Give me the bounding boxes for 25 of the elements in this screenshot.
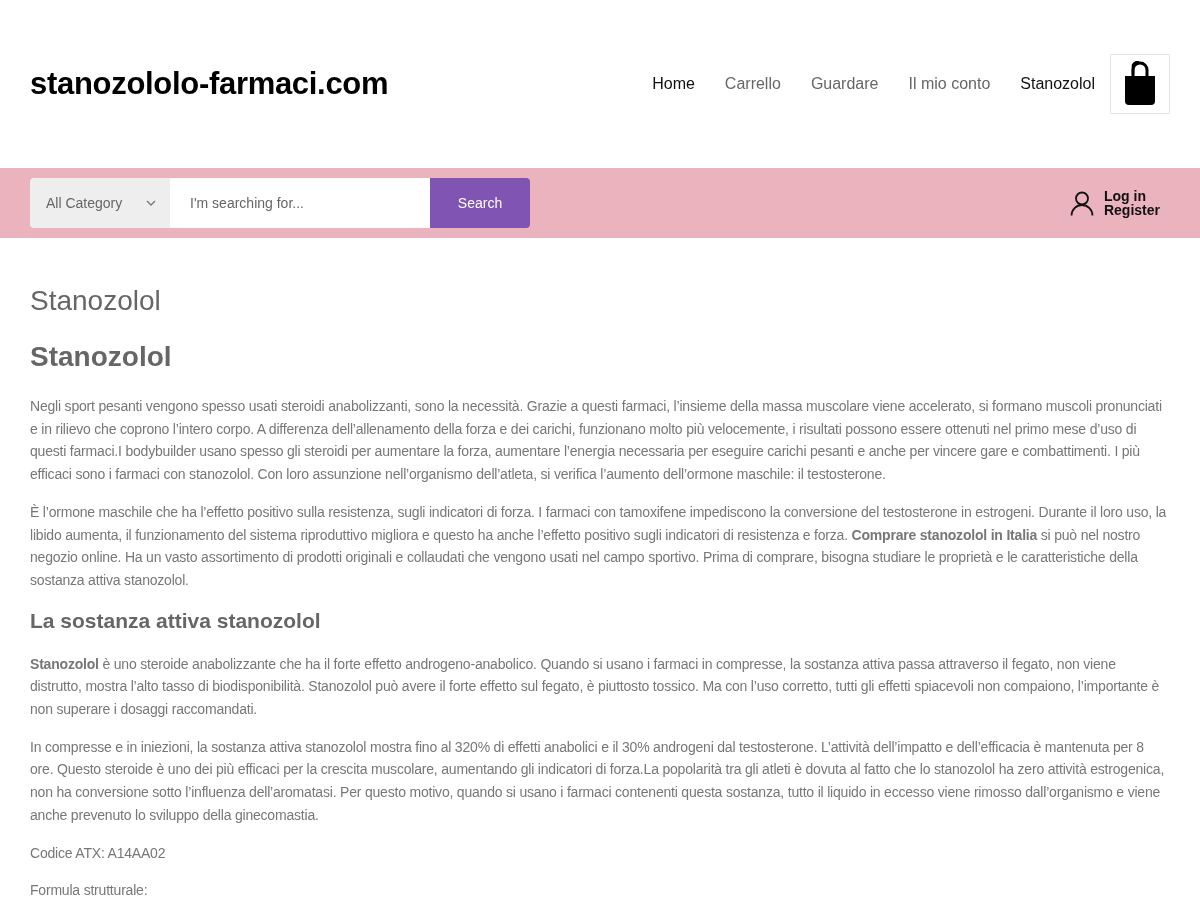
paragraph: In compresse e in iniezioni, la sostanza attiva stanozolol mostra fino al 320% di effetti anabolici e il 30% androgeni dal testosterone. L’attività dell’impatto e dell’efficacia è mantenuta per 8 ore. Questo steroide è uno dei più efficaci per la crescita muscolare, aumentando gli indicatori di forza.La popolarità tra gli atleti è dovuta al fatto che lo stanozolol ha zero attività estrogenica, non ha conversione sotto l’influenza dell’aromatasi. Per questo motivo, quando si usano i farmaci contenenti questa sostanza, tutto il liquido in eccesso viene rimosso dall’organismo e viene anche prevenuto lo sviluppo della ginecomastia.: [30, 737, 1166, 825]
paragraph: È l’ormone maschile che ha l’effetto positivo sulla resistenza, sugli indicatori di forza. I farmaci con tamoxifene impediscono la conversione del testosterone in estrogeni. Durante il loro uso, la libido aumenta, il funzionamento del sistema riproduttivo migliora e questo ha anche l’effetto positivo sugli indicatori di resistenza e forza. Comprare stanozolol in Italia si può nel nostro negozio online. Ha un vasto assortimento di prodotti originali e collaudati che vengono usati nel campo sportivo. Prima di comprare, bisogna studiare le proprietà e le caratteristiche della sostanza attiva stanozolol.: [30, 502, 1168, 590]
category-label: All Category: [46, 193, 123, 213]
paragraph: Formula strutturale:: [30, 881, 149, 900]
site-logo[interactable]: stanozololo-farmaci.com: [30, 60, 389, 108]
nav-link[interactable]: Carrello: [724, 72, 781, 96]
nav-link[interactable]: Home: [652, 72, 695, 96]
nav-link[interactable]: Guardare: [810, 72, 879, 96]
user-icon[interactable]: [1069, 190, 1094, 216]
shopping-bag-icon: [1122, 61, 1158, 107]
cart-button[interactable]: [1110, 54, 1170, 114]
nav-link[interactable]: Il mio conto: [908, 72, 991, 96]
section-heading: La sostanza attiva stanozolol: [30, 607, 322, 634]
paragraph: Stanozolol è uno steroide anabolizzante che ha il forte effetto androgeno-anabolico. Quando si usano i farmaci in compresse, la sostanza attiva passa attraverso il fegato, non viene distrutto, mostra l’alto tasso di biodisponibilità. Stanozolol può avere il forte effetto sul fegato, è piuttosto tossico. Ma con l’uso corretto, tutti gli effetti spiacevoli non compaiono, l’importante è non superare i dosaggi raccomandati.: [30, 654, 1161, 720]
register-link[interactable]: Register: [1103, 203, 1160, 217]
chevron-down-icon: [146, 200, 156, 206]
search-button[interactable]: Search: [430, 178, 530, 228]
paragraph: Negli sport pesanti vengono spesso usati steroidi anabolizzanti, sono la necessità. Grazie a questi farmaci, l’insieme della massa muscolare viene accelerato, si formano muscoli pronunciati e in rilievo che coprono l’intero corpo. A differenza dell’allenamento della forza e dei carichi, funzionano molto più velocemente, i risultati possono essere ottenuti nel primo mese d’uso di questi farmaci.I bodybuilder usano spesso gli steroidi per aumentare la forza, aumentare l’energia necessaria per eseguire carichi pesanti e anche per vincere gare e combattimenti. I più efficaci sono i farmaci con stanozolol. Con loro assunzione nell’organismo dell’atleta, si verifica l’aumento dell’ormone maschile: il testosterone.: [30, 397, 1163, 485]
paragraph: Codice ATX: A14AA02: [30, 843, 167, 863]
category-select[interactable]: All Category: [30, 178, 170, 228]
search-field[interactable]: I'm searching for...: [170, 178, 430, 228]
page-title: Stanozolol: [30, 284, 162, 318]
login-link[interactable]: Log in: [1103, 189, 1160, 203]
article-title: Stanozolol: [30, 340, 173, 374]
nav-link[interactable]: Stanozolol: [1020, 72, 1095, 96]
